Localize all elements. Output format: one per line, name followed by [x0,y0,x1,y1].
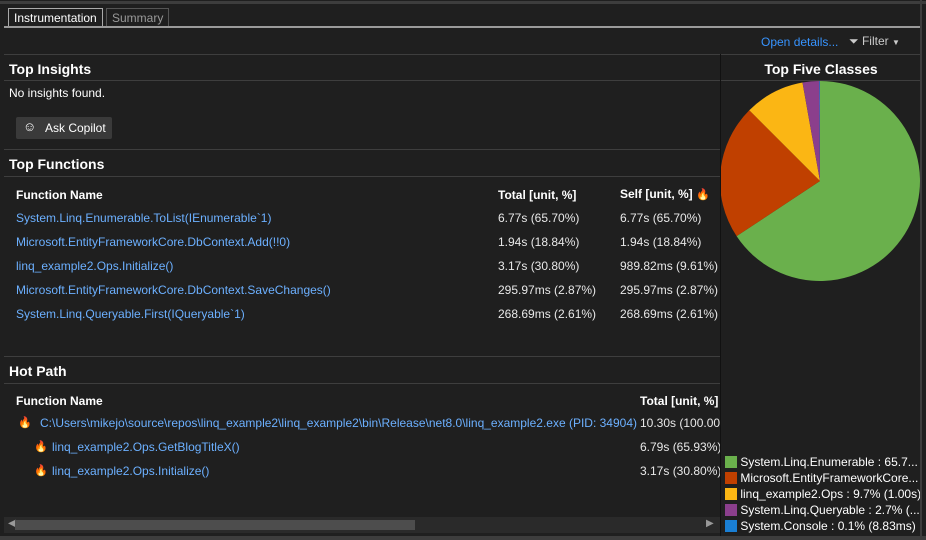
tab-instrumentation[interactable]: Instrumentation [8,8,103,27]
ask-copilot-label: Ask Copilot [45,121,106,135]
function-link[interactable]: Microsoft.EntityFrameworkCore.DbContext.… [16,235,290,249]
legend-label: System.Console : 0.1% (8.83ms) [740,519,916,533]
filter-button[interactable]: ⏷ Filter ▼ [849,34,900,49]
legend-item: linq_example2.Ops : 9.7% (1.00s) [725,487,921,501]
self-value: 295.97ms (2.87%) [620,283,719,297]
hot-path-function-link[interactable]: C:\Users\mikejo\source\repos\linq_exampl… [40,416,637,430]
scroll-right-icon[interactable]: ▶ [706,518,714,529]
filter-label: Filter [861,34,889,48]
divider [4,149,720,150]
divider [4,176,720,177]
scrollbar-thumb[interactable] [15,520,415,530]
total-value: 1.94s (18.84%) [498,235,580,249]
total-value: 268.69ms (2.61%) [498,307,597,321]
self-value: 6.77s (65.70%) [620,211,702,225]
tab-divider [4,26,920,28]
top-functions-title: Top Functions [9,156,105,172]
copilot-icon: ☺ [23,119,37,134]
legend-label: linq_example2.Ops : 9.7% (1.00s) [740,487,922,501]
total-value: 295.97ms (2.87%) [498,283,597,297]
tab-summary[interactable]: Summary [106,8,170,27]
legend-label: System.Linq.Queryable : 2.7% (... [740,503,920,517]
chevron-down-icon: ▼ [891,38,900,47]
top-insights-title: Top Insights [9,61,92,77]
hot-path-function-link[interactable]: linq_example2.Ops.GetBlogTitleX() [52,440,240,454]
horizontal-scrollbar[interactable]: ◀ ▶ [4,517,720,533]
divider [4,80,720,81]
total-value: 10.30s (100.00%) [640,416,720,430]
legend-swatch [725,520,737,532]
legend-label: System.Linq.Enumerable : 65.7... [740,455,918,469]
total-value: 6.77s (65.70%) [498,211,580,225]
self-value: 989.82ms (9.61%) [620,259,719,273]
divider [4,383,720,384]
total-value: 3.17s (30.80%) [498,259,580,273]
legend-item: System.Linq.Queryable : 2.7% (... [725,503,920,517]
hot-path-title: Hot Path [9,363,67,379]
flame-icon: 🔥 [34,465,48,477]
function-link[interactable]: System.Linq.Queryable.First(IQueryable`1… [16,307,245,321]
chart-title: Top Five Classes [764,61,878,77]
legend-swatch [725,472,737,484]
legend-swatch [725,488,737,500]
self-header-label: Self [unit, %] [620,187,693,201]
flame-icon: 🔥 [34,441,48,453]
top-border [0,1,926,4]
legend-swatch [725,456,737,468]
column-header-self[interactable]: Self [unit, %] 🔥 [620,187,710,201]
bottom-border [0,536,926,540]
legend-item: System.Linq.Enumerable : 65.7... [725,455,918,469]
column-header-total[interactable]: Total [unit, %] [640,394,720,408]
legend-item: Microsoft.EntityFrameworkCore... [725,471,918,485]
legend-swatch [725,504,737,516]
right-border [920,0,922,540]
self-value: 268.69ms (2.61%) [620,307,719,321]
hot-path-root-icon: 🔥 [18,417,32,429]
ask-copilot-button[interactable]: ☺ Ask Copilot [16,117,112,139]
function-link[interactable]: System.Linq.Enumerable.ToList(IEnumerabl… [16,211,271,225]
self-value: 1.94s (18.84%) [620,235,702,249]
divider [4,356,720,357]
total-value: 3.17s (30.80%) [640,464,720,478]
flame-icon: 🔥 [696,189,710,201]
filter-icon: ⏷ [849,34,859,48]
column-header-function-name[interactable]: Function Name [16,394,103,408]
legend-item: System.Console : 0.1% (8.83ms) [725,519,916,533]
pie-chart [721,81,920,281]
open-details-link[interactable]: Open details... [761,35,838,49]
insights-message: No insights found. [9,86,106,100]
total-value: 6.79s (65.93%) [640,440,720,454]
legend-label: Microsoft.EntityFrameworkCore... [740,471,919,485]
hot-path-function-link[interactable]: linq_example2.Ops.Initialize() [52,464,209,478]
column-header-function-name[interactable]: Function Name [16,188,103,202]
column-header-total[interactable]: Total [unit, %] [498,188,576,202]
function-link[interactable]: Microsoft.EntityFrameworkCore.DbContext.… [16,283,331,297]
function-link[interactable]: linq_example2.Ops.Initialize() [16,259,173,273]
divider [4,54,920,55]
